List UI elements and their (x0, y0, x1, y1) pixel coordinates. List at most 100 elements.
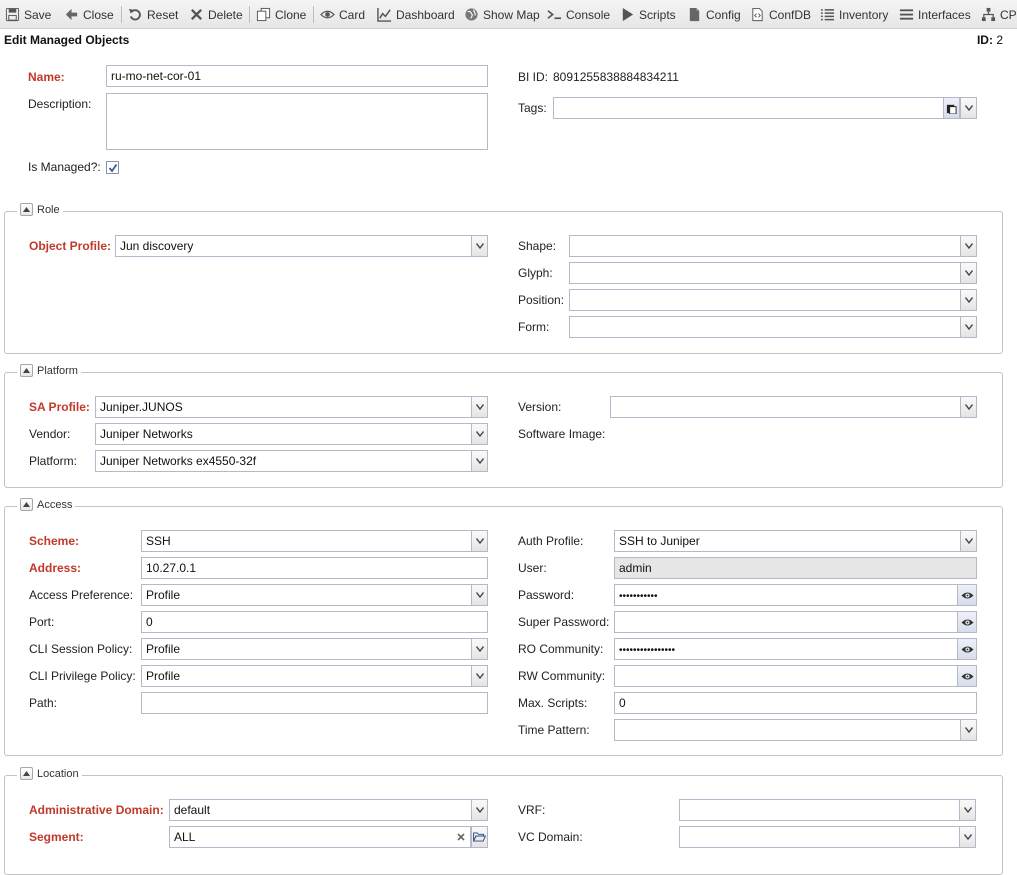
scripts-button[interactable]: Scripts (620, 4, 676, 25)
tags-dropdown-trigger[interactable] (960, 98, 976, 118)
administrative-domain-label: Administrative Domain: (29, 803, 164, 817)
location-collapse-button[interactable] (20, 767, 33, 780)
shape-select[interactable] (569, 235, 977, 257)
close-button[interactable]: Close (64, 4, 114, 25)
address-label: Address: (29, 561, 82, 575)
name-field[interactable]: ru-mo-net-cor-01 (106, 65, 488, 87)
cpe-button[interactable]: CPE (981, 4, 1017, 25)
administrative-domain-trigger[interactable] (471, 800, 487, 820)
access-preference-select[interactable]: Profile (141, 584, 488, 606)
cli-session-policy-select[interactable]: Profile (141, 638, 488, 660)
version-trigger[interactable] (960, 397, 976, 417)
reset-label: Reset (147, 7, 179, 22)
vendor-value: Juniper Networks (100, 427, 193, 441)
description-field[interactable] (106, 93, 488, 150)
cpe-label: CPE (1000, 7, 1017, 22)
scheme-value: SSH (146, 534, 171, 548)
segment-clear-button[interactable] (452, 826, 469, 848)
interfaces-button[interactable]: Interfaces (899, 4, 971, 25)
password-field[interactable]: ••••••••••• (614, 584, 958, 606)
platform-legend-label: Platform (37, 364, 78, 377)
cli-privilege-policy-label: CLI Privilege Policy: (29, 669, 136, 683)
position-trigger[interactable] (960, 290, 976, 310)
play-icon (622, 7, 634, 22)
save-button[interactable]: Save (5, 4, 51, 25)
cli-session-policy-trigger[interactable] (471, 639, 487, 659)
chevron-down-icon (475, 431, 484, 437)
delete-button[interactable]: Delete (189, 4, 243, 25)
show-map-button[interactable]: Show Map (464, 4, 540, 25)
version-select[interactable] (610, 396, 977, 418)
user-value: admin (619, 561, 652, 575)
scheme-trigger[interactable] (471, 531, 487, 551)
user-field[interactable]: admin (614, 557, 977, 579)
form-trigger[interactable] (960, 317, 976, 337)
time-pattern-select[interactable] (614, 719, 977, 741)
vc-domain-trigger[interactable] (959, 827, 975, 847)
role-collapse-button[interactable] (20, 203, 33, 216)
id-label: ID: (976, 33, 993, 47)
chevron-down-icon (964, 538, 973, 544)
object-profile-trigger[interactable] (471, 236, 487, 256)
platform-collapse-button[interactable] (20, 364, 33, 377)
super-password-field[interactable] (614, 611, 958, 633)
access-collapse-button[interactable] (20, 498, 33, 511)
show-rw-community-button[interactable] (957, 665, 977, 687)
time-pattern-trigger[interactable] (960, 720, 976, 740)
confdb-button[interactable]: ConfDB (750, 4, 811, 25)
path-field[interactable] (141, 692, 488, 714)
shape-trigger[interactable] (960, 236, 976, 256)
name-value: ru-mo-net-cor-01 (111, 69, 202, 83)
bi-id-label: BI ID: (518, 70, 549, 84)
reset-button[interactable]: Reset (128, 4, 178, 25)
show-ro-community-button[interactable] (957, 638, 977, 660)
access-legend-label: Access (37, 498, 73, 511)
cli-privilege-policy-select[interactable]: Profile (141, 665, 488, 687)
segment-field[interactable]: ALL (169, 826, 471, 848)
platform-select[interactable]: Juniper Networks ex4550-32f (95, 450, 488, 472)
sa-profile-trigger[interactable] (471, 397, 487, 417)
segment-browse-button[interactable] (471, 826, 488, 848)
vendor-trigger[interactable] (471, 424, 487, 444)
show-super-password-button[interactable] (957, 611, 977, 633)
glyph-trigger[interactable] (960, 263, 976, 283)
dashboard-button[interactable]: Dashboard (377, 4, 455, 25)
glyph-select[interactable] (569, 262, 977, 284)
toolbar: Save Close Reset Delete Clone Card Dashb… (0, 0, 1017, 29)
port-field[interactable]: 0 (141, 611, 488, 633)
vendor-select[interactable]: Juniper Networks (95, 423, 488, 445)
tags-field[interactable] (553, 97, 977, 119)
chevron-down-icon (475, 592, 484, 598)
config-button[interactable]: Config (687, 4, 741, 25)
rw-community-field[interactable] (614, 665, 958, 687)
clipboard-icon (946, 104, 957, 114)
role-legend-label: Role (37, 203, 60, 216)
cli-privilege-policy-trigger[interactable] (471, 666, 487, 686)
segment-value: ALL (174, 830, 196, 844)
is-managed-checkbox[interactable] (106, 161, 119, 174)
vc-domain-select[interactable] (679, 826, 976, 848)
inventory-button[interactable]: Inventory (820, 4, 888, 25)
form-select[interactable] (569, 316, 977, 338)
object-profile-select[interactable]: Jun discovery (115, 235, 488, 257)
auth-profile-select[interactable]: SSH to Juniper (614, 530, 977, 552)
administrative-domain-select[interactable]: default (169, 799, 488, 821)
console-button[interactable]: Console (547, 4, 610, 25)
eye-icon (961, 646, 973, 652)
platform-trigger[interactable] (471, 451, 487, 471)
vrf-trigger[interactable] (959, 800, 975, 820)
address-field[interactable]: 10.27.0.1 (141, 557, 488, 579)
access-preference-trigger[interactable] (471, 585, 487, 605)
max-scripts-field[interactable]: 0 (614, 692, 977, 714)
show-password-button[interactable] (957, 584, 977, 606)
vrf-select[interactable] (679, 799, 976, 821)
position-select[interactable] (569, 289, 977, 311)
page-title: Edit Managed Objects (4, 33, 130, 47)
card-button[interactable]: Card (320, 4, 365, 25)
scheme-select[interactable]: SSH (141, 530, 488, 552)
clone-button[interactable]: Clone (256, 4, 306, 25)
tags-clipboard-button[interactable] (943, 97, 960, 119)
ro-community-field[interactable]: •••••••••••••••• (614, 638, 958, 660)
sa-profile-select[interactable]: Juniper.JUNOS (95, 396, 488, 418)
auth-profile-trigger[interactable] (960, 531, 976, 551)
